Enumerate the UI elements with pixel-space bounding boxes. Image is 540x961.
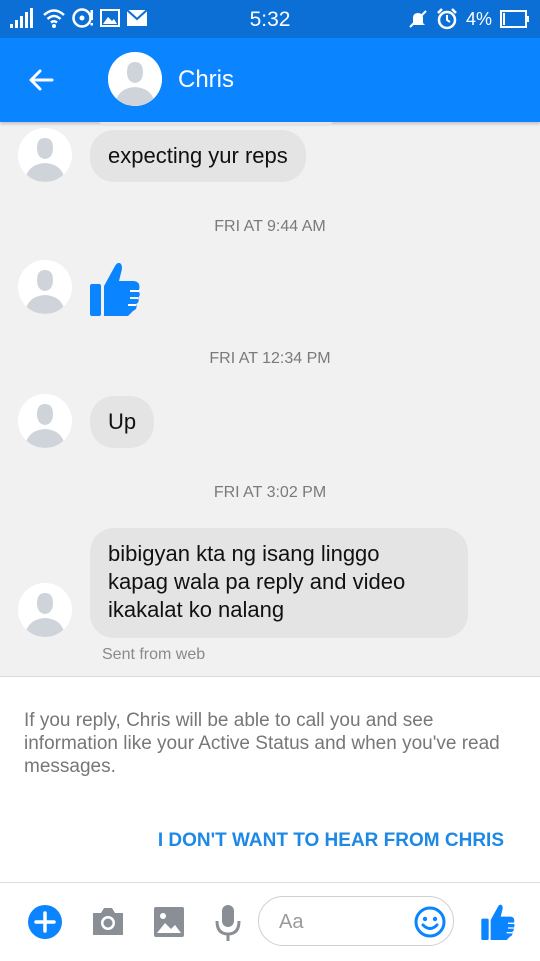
battery-icon [500,10,529,28]
sent-from-label: Sent from web [102,646,206,663]
message-line: ikakalat ko nalang [108,597,285,622]
default-avatar-icon [18,583,72,637]
message-line: kapag wala pa reply and video [108,569,406,594]
voice-button[interactable] [214,903,242,943]
notice-text: If you reply, Chris will be able to call… [24,710,500,777]
alarm-icon [437,8,457,30]
send-like-button[interactable] [480,902,516,942]
timestamp: FRI AT 9:44 AM [214,218,326,235]
message-bubble[interactable]: Up [90,396,155,448]
message-line: bibigyan kta ng isang linggo [108,541,380,566]
like-message[interactable] [88,260,142,318]
status-icons-right: 4% [408,8,530,30]
timestamp: FRI AT 3:02 PM [213,484,327,501]
battery-percent: 4% [465,8,492,29]
sender-avatar[interactable] [18,394,72,448]
default-avatar-icon [108,52,162,106]
ignore-contact-button[interactable]: I DON'T WANT TO HEAR FROM CHRIS [158,830,504,852]
previous-bubble-edge [96,122,336,126]
sender-avatar[interactable] [18,583,72,637]
back-button[interactable] [22,60,62,100]
plus-icon [28,905,62,939]
image-icon [154,907,184,937]
conversation-header: Chris [0,38,540,122]
contact-name[interactable]: Chris [178,66,234,94]
sender-avatar[interactable] [18,260,72,314]
default-avatar-icon [18,128,72,182]
message-input-box[interactable] [258,896,454,946]
thumbs-up-icon [90,262,140,316]
status-bar: 5:32 4% [0,0,540,38]
default-avatar-icon [18,260,72,314]
default-avatar-icon [18,394,72,448]
message-composer [0,882,540,961]
message-bubble[interactable]: bibigyan kta ng isang linggo kapag wala … [90,528,468,638]
gallery-button[interactable] [152,905,186,939]
message-input[interactable] [277,907,411,937]
emoji-icon [414,906,446,938]
mute-icon [409,10,427,28]
thumbs-up-icon [481,904,515,940]
sender-avatar[interactable] [18,128,72,182]
more-actions-button[interactable] [27,904,63,940]
message-list: expecting yur reps FRI AT 9:44 AM FRI AT… [0,122,540,674]
contact-avatar[interactable] [108,52,162,106]
camera-icon [93,908,123,935]
camera-button[interactable] [90,905,126,939]
message-bubble[interactable]: expecting yur reps [90,130,306,182]
arrow-left-icon [29,69,54,91]
emoji-button[interactable] [413,905,447,939]
microphone-icon [215,905,241,941]
message-request-notice: If you reply, Chris will be able to call… [0,676,540,883]
timestamp: FRI AT 12:34 PM [209,350,331,367]
